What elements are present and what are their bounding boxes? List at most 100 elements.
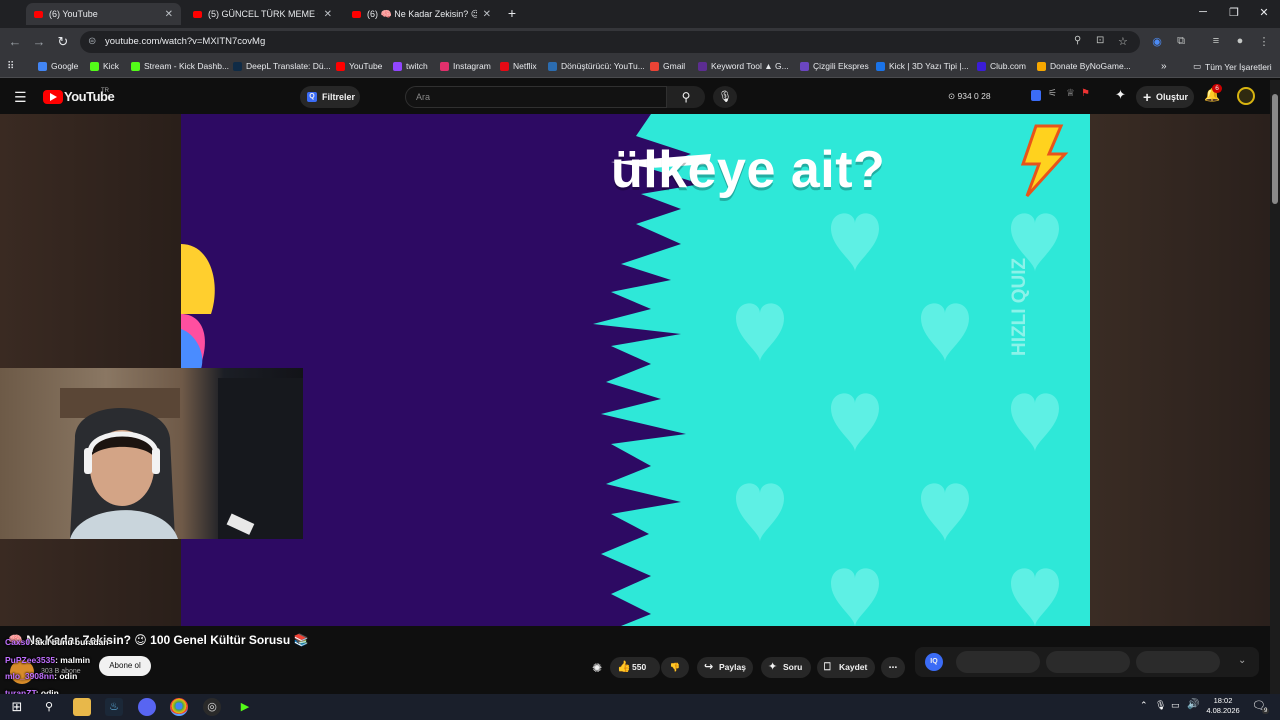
chevron-down-icon[interactable]: ⌄	[1238, 655, 1246, 666]
hamburger-menu-icon[interactable]: ☰	[14, 89, 27, 106]
network-icon[interactable]: ▭	[1171, 700, 1180, 711]
youtube-logo-icon[interactable]	[43, 90, 63, 104]
extension-slot[interactable]	[1136, 651, 1220, 673]
bookmark-icon: ⎕	[824, 661, 831, 673]
bookmark-item[interactable]: Club.com	[977, 61, 1026, 71]
apps-grid-icon[interactable]: ⠿	[7, 61, 14, 72]
bookmark-item[interactable]: YouTube	[336, 61, 382, 71]
save-button[interactable]: ⎕ Kaydet	[817, 657, 875, 678]
sliders-icon[interactable]: ⚟	[1048, 88, 1057, 99]
close-icon[interactable]: ✕	[165, 9, 173, 20]
youtube-header: ☰ YouTube TR Q Filtreler Ara ⚲ 🎙 ⊙ 934 0…	[0, 80, 1280, 114]
extension-slot[interactable]	[1046, 651, 1130, 673]
search-icon[interactable]: ⚲	[40, 698, 58, 716]
create-button[interactable]: + Oluştur	[1136, 86, 1194, 108]
extension-q-icon[interactable]: IQ	[925, 653, 943, 671]
scrollbar-thumb[interactable]	[1272, 94, 1278, 204]
address-bar[interactable]: ⊜ youtube.com/watch?v=MXITN7covMg ⚲ ⊡ ☆	[80, 31, 1140, 53]
bookmarks-more-button[interactable]: »	[1161, 61, 1167, 72]
bookmark-item[interactable]: Google	[38, 61, 78, 71]
bookmark-favicon-icon	[698, 61, 707, 71]
maximize-icon[interactable]: ❐	[1227, 6, 1241, 19]
dislike-button[interactable]: 👎	[661, 657, 689, 678]
like-button[interactable]: 👍 550	[610, 657, 660, 678]
gear-sparkle-icon[interactable]: ✺	[592, 661, 602, 675]
bookmark-item[interactable]: Gmail	[650, 61, 685, 71]
browser-tab[interactable]: (5) GÜNCEL TÜRK MEME QUIZ ✕	[185, 3, 340, 25]
bookmark-item[interactable]: Stream - Kick Dashb...	[131, 61, 229, 71]
bookmark-item[interactable]: Dönüştürücü: YouTu...	[548, 61, 645, 71]
filters-button[interactable]: Q Filtreler	[300, 86, 360, 108]
alert-icon[interactable]: ⚑	[1081, 88, 1090, 99]
chrome-icon[interactable]	[170, 698, 188, 716]
browser-tab[interactable]: (6) YouTube ✕	[26, 3, 181, 25]
site-info-icon[interactable]: ⊜	[88, 36, 96, 47]
all-bookmarks-folder[interactable]: ▭ Tüm Yer İşaretleri	[1193, 61, 1272, 72]
quiz-badge: HIZLI QUIZ	[1004, 258, 1064, 454]
video-frame[interactable]: ülkeye ait? HIZLI QUIZ	[181, 114, 1090, 626]
discord-icon[interactable]	[138, 698, 156, 716]
bookmark-item[interactable]: Kick | 3D Yazı Tipi |...	[876, 61, 969, 71]
reload-icon[interactable]: ↻	[55, 34, 71, 50]
extension-q-icon[interactable]	[1031, 90, 1041, 101]
share-arrow-icon: ↪	[704, 661, 714, 673]
bookmark-item[interactable]: Instagram	[440, 61, 491, 71]
bookmark-item[interactable]: Netflix	[500, 61, 537, 71]
page-scrollbar[interactable]	[1270, 80, 1280, 694]
more-actions-button[interactable]: ⋯	[881, 657, 905, 678]
chat-username: PuPZee3535	[5, 655, 56, 665]
bookmark-item[interactable]: Çizgili Ekspres	[800, 61, 869, 71]
menu-kebab-icon[interactable]: ⋮	[1257, 35, 1271, 48]
minimize-icon[interactable]: ─	[1196, 6, 1210, 18]
streamer-webcam-image	[60, 378, 303, 539]
bookmark-favicon-icon	[38, 61, 47, 71]
bookmark-star-icon[interactable]: ☆	[1118, 35, 1128, 48]
voice-search-button[interactable]: 🎙	[713, 86, 737, 108]
tray-chevron-icon[interactable]: ⌃	[1140, 700, 1148, 711]
new-tab-button[interactable]: +	[504, 5, 520, 21]
bookmark-label: Instagram	[453, 61, 491, 71]
bookmark-item[interactable]: Donate ByNoGame...	[1037, 61, 1131, 71]
bookmark-item[interactable]: Keyword Tool ▲ G...	[698, 61, 789, 71]
filter-extension-icon: Q	[307, 92, 317, 102]
windows-start-icon[interactable]: ⊞	[8, 698, 26, 716]
system-clock[interactable]: 18:02 4.08.2026	[1200, 696, 1246, 716]
ask-label: Soru	[783, 662, 803, 672]
steam-icon[interactable]: ♨	[105, 698, 123, 716]
microphone-tray-icon[interactable]: 🎙	[1155, 700, 1166, 711]
avatar[interactable]	[1237, 87, 1255, 105]
bookmark-item[interactable]: twitch	[393, 61, 428, 71]
region-code: TR	[101, 88, 109, 94]
profile-avatar-icon[interactable]: ●	[1233, 35, 1247, 47]
ask-button[interactable]: ✦ Soru	[761, 657, 811, 678]
gift-icon[interactable]: ✦	[1115, 87, 1126, 103]
obs-icon[interactable]: ◎	[203, 698, 221, 716]
close-icon[interactable]: ✕	[324, 9, 332, 20]
share-button[interactable]: ↪ Paylaş	[697, 657, 753, 678]
file-explorer-icon[interactable]	[73, 698, 91, 716]
clock-icon: ⊙	[948, 91, 956, 101]
zoom-icon[interactable]: ⚲	[1074, 35, 1081, 46]
thumbs-down-icon: 👎	[669, 662, 681, 672]
volume-icon[interactable]: 🔊	[1187, 699, 1199, 710]
bookmark-label: Keyword Tool ▲ G...	[711, 61, 789, 71]
search-input[interactable]: Ara	[405, 86, 667, 108]
bookmark-favicon-icon	[233, 61, 242, 71]
extensions-puzzle-icon[interactable]: ⧉	[1174, 35, 1188, 48]
bookmark-label: Gmail	[663, 61, 686, 71]
extension-slot[interactable]	[956, 651, 1040, 673]
trophy-icon[interactable]: ♕	[1066, 88, 1075, 99]
search-button[interactable]: ⚲	[667, 86, 705, 108]
browser-tab[interactable]: (6) 🧠 Ne Kadar Zekisin? 😉 🔊 ✕	[344, 3, 499, 25]
subscribe-button[interactable]: Abone ol	[99, 656, 151, 676]
bookmark-item[interactable]: DeepL Translate: Dü...	[233, 61, 331, 71]
extension-shield-icon[interactable]: ◉	[1150, 35, 1164, 48]
media-controls-icon[interactable]: ≡	[1209, 35, 1223, 47]
bookmark-item[interactable]: Kick	[90, 61, 119, 71]
forward-icon[interactable]: →	[31, 34, 47, 49]
close-icon[interactable]: ✕	[483, 9, 491, 20]
back-icon[interactable]: ←	[7, 34, 23, 49]
close-window-icon[interactable]: ✕	[1257, 6, 1271, 19]
install-app-icon[interactable]: ⊡	[1096, 35, 1104, 46]
kick-app-icon[interactable]: ▶	[236, 698, 254, 716]
